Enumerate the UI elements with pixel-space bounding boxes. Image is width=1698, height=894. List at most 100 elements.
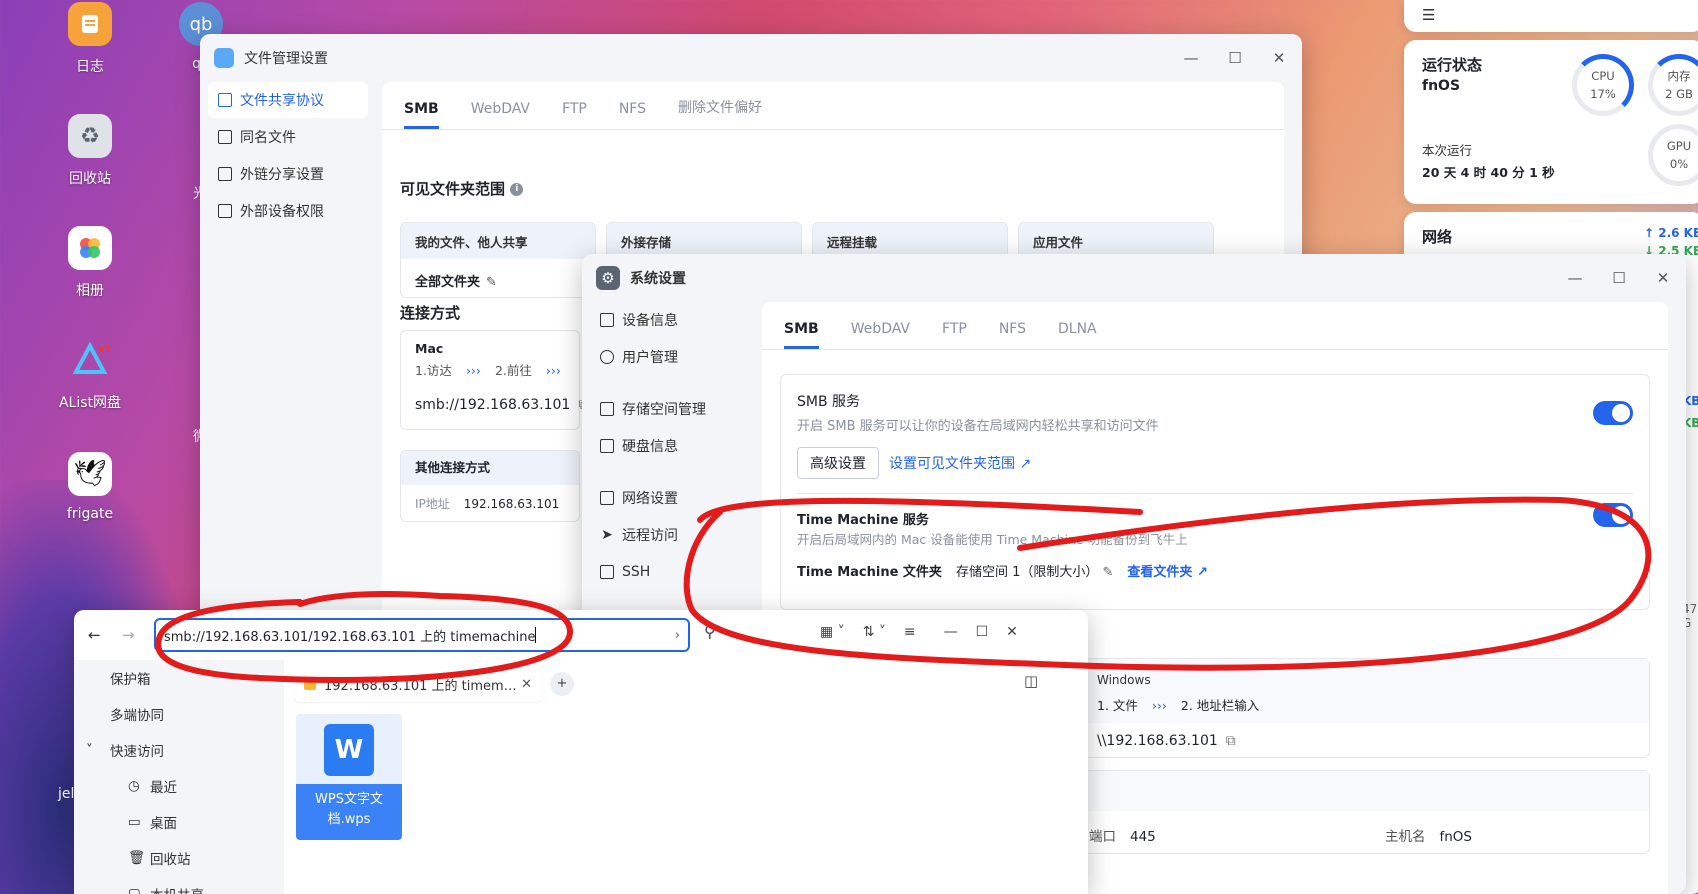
tab-delete-pref[interactable]: 删除文件偏好 [678, 97, 762, 129]
sidebar-item-local-share[interactable]: ▢ 本机共享 [74, 876, 284, 894]
close-icon[interactable]: ✕ [1270, 49, 1288, 67]
back-icon[interactable]: ← [88, 626, 101, 644]
alist-icon: V3 [68, 338, 112, 382]
copy-icon[interactable]: ⧉ [1226, 733, 1236, 749]
uptime-label: 本次运行 [1422, 143, 1473, 158]
sidebar-item-device-info[interactable]: 设备信息 [590, 302, 746, 338]
go-icon[interactable]: › [675, 628, 680, 643]
sidebar-item-desktop[interactable]: ▭ 桌面 [74, 804, 284, 840]
port-label: 端口 [1089, 829, 1116, 845]
desktop-icon-photos[interactable]: 相册 [45, 226, 135, 300]
host-row: 主机名 fnOS [1385, 825, 1472, 845]
menu-icon[interactable]: ≡ [904, 624, 916, 640]
sidebar-item-users[interactable]: 用户管理 [590, 339, 746, 375]
desktop-icon-label: 日志 [76, 59, 104, 75]
sidebar-item-network[interactable]: 网络设置 [590, 480, 746, 516]
search-icon[interactable]: ⚲ [704, 622, 716, 641]
bird-icon: 🕊 [68, 452, 112, 496]
maximize-icon[interactable]: ☐ [1610, 269, 1628, 287]
close-tab-icon[interactable]: ✕ [521, 677, 532, 692]
desktop-icon-label: frigate [66, 506, 114, 522]
wps-doc-icon: W [324, 724, 374, 776]
other-connect-title: 其他连接方式 [401, 451, 579, 485]
windows-label: Windows [1097, 673, 1151, 687]
tab-ftp[interactable]: FTP [942, 321, 967, 349]
info-icon[interactable]: i [510, 183, 524, 196]
address-bar[interactable]: smb://192.168.63.101/192.168.63.101 上的 t… [154, 618, 690, 652]
sidebar-item-remote[interactable]: ➤ 远程访问 [590, 517, 746, 553]
set-scope-link[interactable]: 设置可见文件夹范围 ↗ [889, 453, 1031, 473]
win-address-row: \\192.168.63.101 ⧉ [1097, 733, 1236, 749]
sidebar-label: 用户管理 [622, 350, 678, 366]
net-up: ↑ 2.6 KB [1644, 226, 1698, 240]
advanced-settings-button[interactable]: 高级设置 [797, 447, 879, 479]
sidebar-label: 同名文件 [240, 130, 296, 146]
tab-title: 192.168.63.101 上的 timem… [324, 678, 517, 694]
sidebar-item-storage[interactable]: 存储空间管理 [590, 391, 746, 427]
sidebar-item-safe[interactable]: 保护箱 [74, 660, 284, 696]
desktop-icon-label: 回收站 [69, 171, 111, 187]
time-machine-title: Time Machine 服务 [797, 513, 929, 528]
minimize-icon[interactable]: — [944, 624, 958, 640]
edit-icon[interactable]: ✎ [1102, 565, 1113, 580]
notes-icon [68, 2, 112, 46]
sidebar-item-trash[interactable]: 🗑 回收站 [74, 840, 284, 876]
sidebar-item-quick[interactable]: ˅ 快速访问 [74, 732, 284, 768]
sidebar-label: 外部设备权限 [240, 204, 324, 220]
view-folder-link[interactable]: 查看文件夹 ↗ [1127, 561, 1207, 580]
time-machine-toggle[interactable] [1593, 503, 1633, 527]
sidebar-item-disk[interactable]: 硬盘信息 [590, 428, 746, 464]
window-title: 文件管理设置 [244, 51, 328, 67]
external-link-icon: ↗ [1196, 565, 1208, 580]
sidebar-item-same-name[interactable]: 同名文件 [208, 119, 368, 155]
sidebar-label: 远程访问 [622, 528, 678, 544]
desktop-icon-notes[interactable]: 日志 [45, 2, 135, 76]
sidebar-item-share[interactable]: 外链分享设置 [208, 156, 368, 192]
minimize-icon[interactable]: — [1182, 49, 1200, 67]
new-tab-icon[interactable]: + [550, 672, 574, 696]
panel-icon[interactable]: ◫ [1024, 672, 1038, 690]
close-icon[interactable]: ✕ [1654, 269, 1672, 287]
desktop-icon-alist[interactable]: V3 AList网盘 [45, 338, 135, 412]
mem-value: 2 GB [1665, 87, 1693, 101]
maximize-icon[interactable]: ☐ [976, 624, 989, 640]
time-machine-desc: 开启后局域网内的 Mac 设备能使用 Time Machine 功能备份到飞牛上 [797, 532, 1188, 547]
sort-icon[interactable]: ⇅ ˅ [863, 624, 886, 640]
minimize-icon[interactable]: — [1566, 269, 1584, 287]
tab-ftp[interactable]: FTP [562, 101, 587, 129]
sidebar-item-ssh[interactable]: SSH [590, 554, 746, 590]
forward-icon[interactable]: → [122, 626, 135, 644]
filter-icon[interactable]: ☰ [1422, 6, 1435, 24]
tab-dlna[interactable]: DLNA [1058, 321, 1097, 349]
sidebar-item-recent[interactable]: ◷ 最近 [74, 768, 284, 804]
tab-webdav[interactable]: WebDAV [851, 321, 910, 349]
tab-nfs[interactable]: NFS [999, 321, 1026, 349]
tab-webdav[interactable]: WebDAV [471, 101, 530, 129]
sidebar-item-protocol[interactable]: 文件共享协议 [208, 82, 368, 118]
sidebar-label: 外链分享设置 [240, 167, 324, 183]
maximize-icon[interactable]: ☐ [1226, 49, 1244, 67]
status-title: 运行状态 [1422, 56, 1483, 74]
uptime-value: 20 天 4 时 40 分 1 秒 [1422, 165, 1555, 180]
smb-service-toggle[interactable] [1593, 401, 1633, 425]
tab-nfs[interactable]: NFS [619, 101, 646, 129]
sidebar-label: 网络设置 [622, 491, 678, 507]
file-item[interactable]: W WPS文字文档.wps [296, 714, 402, 840]
chevron-down-icon: ˅ [86, 742, 93, 758]
host-value: fnOS [1439, 829, 1473, 845]
edit-icon[interactable]: ✎ [486, 275, 497, 290]
grid-view-icon[interactable]: ▦ ˅ [820, 624, 845, 640]
ip-row: IP地址 192.168.63.101 [401, 485, 579, 521]
scope-card-value: 全部文件夹 [415, 275, 481, 290]
tab-smb[interactable]: SMB [404, 101, 439, 129]
monitor-icon: ▭ [128, 814, 141, 830]
sidebar-item-device[interactable]: 外部设备权限 [208, 193, 368, 229]
sidebar-item-sync[interactable]: 多端协同 [74, 696, 284, 732]
tab-smb[interactable]: SMB [784, 321, 819, 349]
windows-steps: 1. 文件 ››› 2. 地址栏输入 [1097, 695, 1259, 714]
explorer-tab[interactable]: 192.168.63.101 上的 timem… ✕ [294, 666, 542, 702]
mem-gauge: 内存 2 GB [1648, 54, 1698, 116]
desktop-icon-frigate[interactable]: 🕊 frigate [45, 452, 135, 522]
desktop-icon-recycle[interactable]: ♻ 回收站 [45, 114, 135, 188]
close-icon[interactable]: ✕ [1006, 624, 1018, 640]
